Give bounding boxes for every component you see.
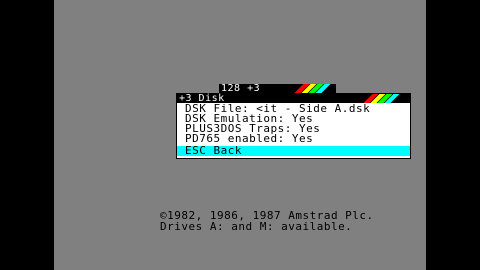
menu-item-pd765-enabled[interactable]: PD765 enabled: Yes [185, 133, 313, 144]
emulator-screen: 128 +3 +3 Disk DSK File: <it - Side A.ds… [54, 0, 426, 270]
drives-line: Drives A: and M: available. [160, 220, 353, 233]
menu-item-esc-back[interactable]: ESC Back [177, 145, 410, 156]
disk-menu: +3 Disk DSK File: <it - Side A.dsk DSK E… [176, 93, 411, 159]
machine-tab: 128 +3 [219, 84, 336, 94]
